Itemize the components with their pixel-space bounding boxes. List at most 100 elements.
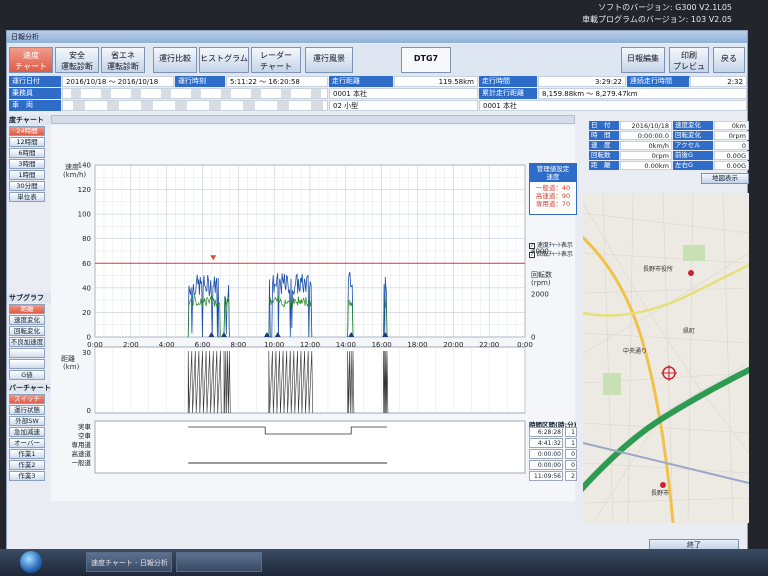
limit-settings-title: 管理値設定 速度 — [530, 164, 576, 182]
stat-label: 時 間 — [589, 131, 619, 140]
print-preview-button[interactable]: 印刷 プレビュー — [669, 47, 709, 82]
bar-plot-area — [94, 420, 526, 474]
stat-value: 2016/10/18 — [620, 121, 672, 130]
stat-value: 0km — [714, 121, 749, 130]
unit-table-button[interactable]: 単位表 — [9, 192, 45, 202]
stat-value: 0.00G — [714, 161, 749, 170]
display-options: ✓ 速度ﾁｬｰﾄ表示 ✓ 回転ﾁｬｰﾄ表示 — [529, 241, 589, 259]
stat-label: 速 度 — [589, 141, 619, 150]
vehicle-label: 車 両 — [9, 100, 61, 111]
rpm-chart-toggle[interactable]: ✓ 回転ﾁｬｰﾄ表示 — [529, 250, 589, 259]
bar-sudden-accel-button[interactable]: 急加減速 — [9, 427, 45, 437]
stat-value: 0.00km — [620, 161, 672, 170]
trip-info: 運行日付 2016/10/18 〜 2016/10/18 運行時刻 5:11:2… — [7, 76, 747, 112]
bar-switch-button[interactable]: スイッチ — [9, 394, 45, 404]
bar-work2-button[interactable]: 作業2 — [9, 460, 45, 470]
vehicle-value-redacted — [62, 100, 328, 111]
bar-chart-header: バーチャート — [7, 383, 51, 393]
stat-value: 0rpm — [620, 151, 672, 160]
continuous-value: 2:32 — [690, 76, 747, 87]
speed-chart-button[interactable]: 速度 チャート — [9, 47, 53, 73]
operation-scene-button[interactable]: 運行風景 — [305, 47, 353, 73]
cumulative-label: 累計走行距離 — [479, 88, 537, 99]
graph-distance-button[interactable]: 距離 — [9, 304, 45, 314]
map-canvas: 長野市役所 中央通り 県町 長野市 — [583, 193, 749, 523]
interval-count: 0 — [565, 460, 577, 470]
daily-edit-button[interactable]: 日報編集 — [621, 47, 665, 73]
drive-time-label: 走行時間 — [479, 76, 537, 87]
taskbar-app-item[interactable]: 速度チャート - 日報分析 — [86, 552, 172, 572]
interval-count: 1 — [565, 438, 577, 448]
interval-rows: 6:28:28 1 4:41:32 1 0:00:00 0 0:00:00 0 … — [529, 427, 579, 487]
map-label: 長野市役所 — [643, 265, 673, 273]
bar-over-button[interactable]: オーバー — [9, 438, 45, 448]
time-label: 運行時刻 — [175, 76, 225, 87]
operation-compare-button[interactable]: 運行比較 — [153, 47, 197, 73]
dist-unit-line1: 距離 — [61, 354, 75, 363]
main-toolbar: 速度 チャート 安全 運転診断 省エネ 運転診断 運行比較 ヒストグラム レーダ… — [7, 44, 747, 82]
time-tick-label: 14:00 — [336, 341, 356, 349]
start-button-icon[interactable] — [20, 551, 42, 573]
checkbox-icon[interactable]: ✓ — [529, 242, 535, 249]
graph-blank-button-2[interactable] — [9, 359, 45, 369]
histogram-button[interactable]: ヒストグラム — [199, 47, 249, 73]
interval-count: 0 — [565, 449, 577, 459]
range-30m-button[interactable]: 30分間 — [9, 181, 45, 191]
stat-label: 速度変化 — [673, 121, 713, 130]
safety-diagnosis-button[interactable]: 安全 運転診断 — [55, 47, 99, 73]
time-tick-label: 2:00 — [123, 341, 139, 349]
limit-settings-box: 管理値設定 速度 一般道：40 高速道：90 専用道：70 — [529, 163, 577, 215]
interval-time: 6:28:28 — [529, 427, 563, 437]
chart-settings-panel: 管理値設定 速度 一般道：40 高速道：90 専用道：70 ✓ 速度ﾁｬｰﾄ表示… — [527, 125, 577, 429]
graph-bad-accel-button[interactable]: 不良加速度 — [9, 337, 45, 347]
interval-count: 1 — [565, 427, 577, 437]
range-1h-button[interactable]: 1時間 — [9, 170, 45, 180]
point-stats-table: 日 付 2016/10/18 速度変化 0km 時 間 0:00:00.0 回転… — [589, 121, 749, 191]
speed-tick-label: 100 — [78, 211, 91, 219]
bar-work3-button[interactable]: 作業3 — [9, 471, 45, 481]
speed-tick-label: 40 — [82, 284, 91, 292]
time-tick-label: 8:00 — [230, 341, 246, 349]
speed-chart-toggle[interactable]: ✓ 速度ﾁｬｰﾄ表示 — [529, 241, 589, 250]
vehicle-type: 02 小型 — [329, 100, 478, 111]
drive-time-value: 3:29:22 — [538, 76, 626, 87]
taskbar-app-item-2[interactable] — [176, 552, 262, 572]
subgraph-header: サブグラフ — [7, 293, 51, 303]
eco-diagnosis-button[interactable]: 省エネ 運転診断 — [101, 47, 145, 73]
radar-chart-button[interactable]: レーダー チャート — [251, 47, 301, 73]
range-3h-button[interactable]: 3時間 — [9, 159, 45, 169]
office-1: 0001 本社 — [329, 88, 478, 99]
range-24h-button[interactable]: 24時間 — [9, 126, 45, 136]
range-12h-button[interactable]: 12時間 — [9, 137, 45, 147]
speed-tick-label: 120 — [78, 186, 91, 194]
chart-grid — [94, 164, 526, 474]
stat-value: 0rpm — [714, 131, 749, 140]
dtg7-label: DTG7 — [401, 47, 451, 73]
bar-work1-button[interactable]: 作業1 — [9, 449, 45, 459]
g-value-button[interactable]: G値 — [9, 370, 45, 380]
checkbox-icon[interactable]: ✓ — [529, 251, 535, 258]
graph-speed-change-button[interactable]: 速度変化 — [9, 315, 45, 325]
graph-blank-button-1[interactable] — [9, 348, 45, 358]
time-tick-label: 4:00 — [159, 341, 175, 349]
crew-value-redacted — [62, 88, 328, 99]
range-6h-button[interactable]: 6時間 — [9, 148, 45, 158]
bar-operation-button[interactable]: 運行状態 — [9, 405, 45, 415]
time-tick-label: 18:00 — [407, 341, 427, 349]
bar-external-sw-button[interactable]: 外部SW — [9, 416, 45, 426]
office-2: 0001 本社 — [479, 100, 747, 111]
graph-rpm-change-button[interactable]: 回転変化 — [9, 326, 45, 336]
stat-label: 前後G — [673, 151, 713, 160]
interval-time: 0:00:00 — [529, 449, 563, 459]
back-button[interactable]: 戻る — [713, 47, 745, 73]
interval-time: 0:00:00 — [529, 460, 563, 470]
distance-tick-label: 30 — [82, 349, 91, 357]
map-display-button[interactable]: 地図表示 — [701, 173, 749, 184]
desktop-screen: ソフトのバージョン: G300 V2.1L05 車載プログラムのバージョン: 1… — [0, 0, 768, 576]
chart-header: 度チャート — [7, 115, 51, 125]
stat-label: 回転数 — [589, 151, 619, 160]
version-info: ソフトのバージョン: G300 V2.1L05 車載プログラムのバージョン: 1… — [582, 2, 732, 26]
route-map[interactable]: 長野市役所 中央通り 県町 長野市 — [583, 193, 749, 523]
time-scrollbar[interactable] — [51, 115, 575, 124]
bar-row-label: 一般道 — [72, 458, 92, 467]
